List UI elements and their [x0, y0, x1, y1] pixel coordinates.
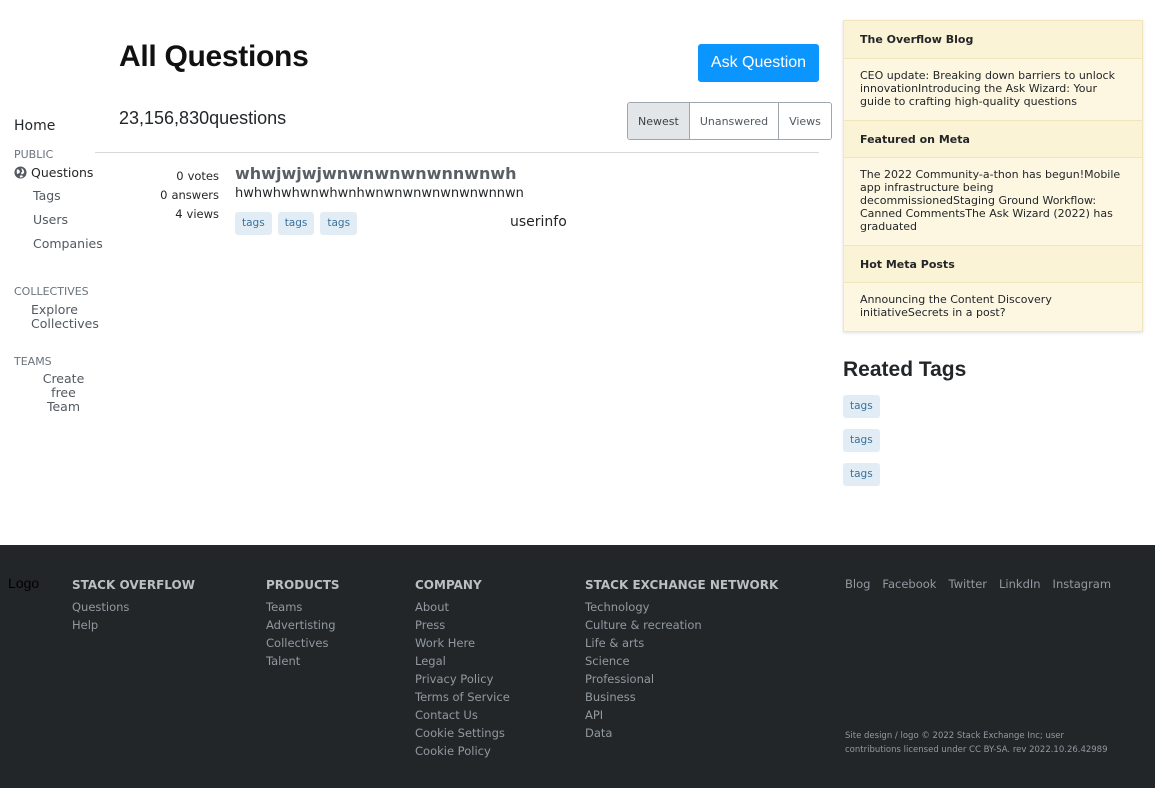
hot-meta-heading: Hot Meta Posts: [844, 245, 1142, 282]
nav-questions[interactable]: Questions: [14, 165, 93, 180]
footer-link[interactable]: Privacy Policy: [415, 670, 510, 688]
footer-heading: COMPANY: [415, 578, 482, 592]
footer-link[interactable]: Press: [415, 616, 510, 634]
answers-count: 0: [160, 188, 168, 202]
question-count-suffix: questions: [209, 108, 287, 128]
footer-logo[interactable]: Logo: [8, 575, 39, 591]
nav-tags[interactable]: Tags: [33, 189, 61, 203]
meta-links[interactable]: The 2022 Community-a-thon has begun!Mobi…: [844, 157, 1142, 245]
related-tags-title: Reated Tags: [843, 358, 967, 381]
footer-heading: PRODUCTS: [266, 578, 340, 592]
footer-heading: STACK EXCHANGE NETWORK: [585, 578, 779, 592]
answers-stat: 0 answers: [120, 186, 219, 205]
nav-explore-collectives[interactable]: Explore Collectives: [31, 303, 99, 331]
hot-meta-links[interactable]: Announcing the Content Discovery initiat…: [844, 282, 1142, 331]
filter-newest[interactable]: Newest: [628, 103, 689, 139]
question-count-number: 23,156,830: [119, 108, 210, 128]
footer-link[interactable]: Business: [585, 688, 778, 706]
votes-stat: 0 votes: [120, 167, 219, 186]
divider: [95, 152, 819, 153]
globe-icon: [14, 166, 27, 179]
footer-col-company: COMPANY About Press Work Here Legal Priv…: [415, 578, 510, 760]
footer-heading: STACK OVERFLOW: [72, 578, 195, 592]
footer-social-links: Blog Facebook Twitter LinkdIn Instagram: [845, 577, 1111, 591]
footer-link[interactable]: Life & arts: [585, 634, 778, 652]
nav-section-teams: TEAMS: [14, 355, 52, 368]
question-tag[interactable]: tags: [320, 212, 358, 235]
meta-heading: Featured on Meta: [844, 120, 1142, 157]
footer-link[interactable]: Data: [585, 724, 778, 742]
footer-link[interactable]: Talent: [266, 652, 340, 670]
footer-link[interactable]: Advertisting: [266, 616, 340, 634]
ask-question-button[interactable]: Ask Question: [698, 44, 819, 82]
nav-create-team[interactable]: Create free Team: [31, 372, 96, 414]
social-link-instagram[interactable]: Instagram: [1053, 577, 1112, 591]
nav-home[interactable]: Home: [14, 118, 55, 134]
footer-link[interactable]: Science: [585, 652, 778, 670]
related-tag[interactable]: tags: [843, 395, 880, 418]
footer-link[interactable]: Cookie Settings: [415, 724, 510, 742]
footer-link[interactable]: Professional: [585, 670, 778, 688]
votes-count: 0: [176, 169, 184, 183]
footer-col-products: PRODUCTS Teams Advertisting Collectives …: [266, 578, 340, 670]
sort-filters: Newest Unanswered Views: [627, 102, 832, 140]
social-link-facebook[interactable]: Facebook: [882, 577, 936, 591]
question-stats: 0 votes 0 answers 4 views: [120, 167, 219, 224]
views-count: 4: [175, 207, 183, 221]
footer-link[interactable]: Collectives: [266, 634, 340, 652]
footer-link[interactable]: About: [415, 598, 510, 616]
blog-links[interactable]: CEO update: Breaking down barriers to un…: [844, 58, 1142, 120]
footer-col-stackoverflow: STACK OVERFLOW Questions Help: [72, 578, 195, 634]
views-stat: 4 views: [120, 205, 219, 224]
footer-link[interactable]: Help: [72, 616, 195, 634]
footer-link[interactable]: Cookie Policy: [415, 742, 510, 760]
filter-unanswered[interactable]: Unanswered: [688, 103, 779, 139]
footer: Logo STACK OVERFLOW Questions Help PRODU…: [0, 545, 1155, 788]
question-count: 23,156,830 questions: [119, 108, 286, 129]
question-excerpt: hwhwhwhwnwhwnhwnwnwnwnwnwnwnnwn: [235, 186, 524, 201]
question-tag[interactable]: tags: [277, 212, 315, 235]
footer-link[interactable]: Questions: [72, 598, 195, 616]
question-title-link[interactable]: whwjwjwjwnwnwnwnwnnwnwh: [235, 164, 517, 183]
question-tag[interactable]: tags: [235, 212, 272, 235]
nav-explore-line1: Explore: [31, 302, 78, 317]
related-tag[interactable]: tags: [843, 463, 880, 486]
votes-label: votes: [187, 169, 219, 183]
nav-create-team-line2: Team: [46, 399, 81, 414]
footer-link[interactable]: API: [585, 706, 778, 724]
answers-label: answers: [171, 188, 219, 202]
footer-link[interactable]: Work Here: [415, 634, 510, 652]
filter-views[interactable]: Views: [778, 103, 831, 139]
nav-questions-label: Questions: [31, 165, 94, 180]
footer-link[interactable]: Teams: [266, 598, 340, 616]
footer-link[interactable]: Contact Us: [415, 706, 510, 724]
nav-companies[interactable]: Companies: [33, 237, 103, 251]
nav-create-team-line1: Create free: [42, 371, 85, 400]
blog-heading: The Overflow Blog: [844, 21, 1142, 58]
social-link-blog[interactable]: Blog: [845, 577, 870, 591]
footer-link[interactable]: Terms of Service: [415, 688, 510, 706]
user-info[interactable]: userinfo: [510, 214, 567, 230]
social-link-twitter[interactable]: Twitter: [948, 577, 987, 591]
footer-copyright: Site design / logo © 2022 Stack Exchange…: [845, 731, 1108, 755]
nav-explore-line2: Collectives: [31, 316, 99, 331]
footer-link[interactable]: Technology: [585, 598, 778, 616]
footer-link[interactable]: Legal: [415, 652, 510, 670]
nav-section-public: PUBLIC: [14, 148, 54, 161]
footer-link[interactable]: Culture & recreation: [585, 616, 778, 634]
nav-users[interactable]: Users: [33, 213, 68, 227]
sidebar-widget: The Overflow Blog CEO update: Breaking d…: [843, 20, 1143, 332]
nav-section-collectives: COLLECTIVES: [14, 285, 89, 298]
social-link-linkedin[interactable]: LinkdIn: [999, 577, 1041, 591]
question-tags: tags tags tags: [235, 212, 358, 235]
page-title: All Questions: [119, 40, 309, 73]
views-label: views: [186, 207, 219, 221]
related-tag[interactable]: tags: [843, 429, 880, 452]
footer-col-network: STACK EXCHANGE NETWORK Technology Cultur…: [585, 578, 778, 742]
